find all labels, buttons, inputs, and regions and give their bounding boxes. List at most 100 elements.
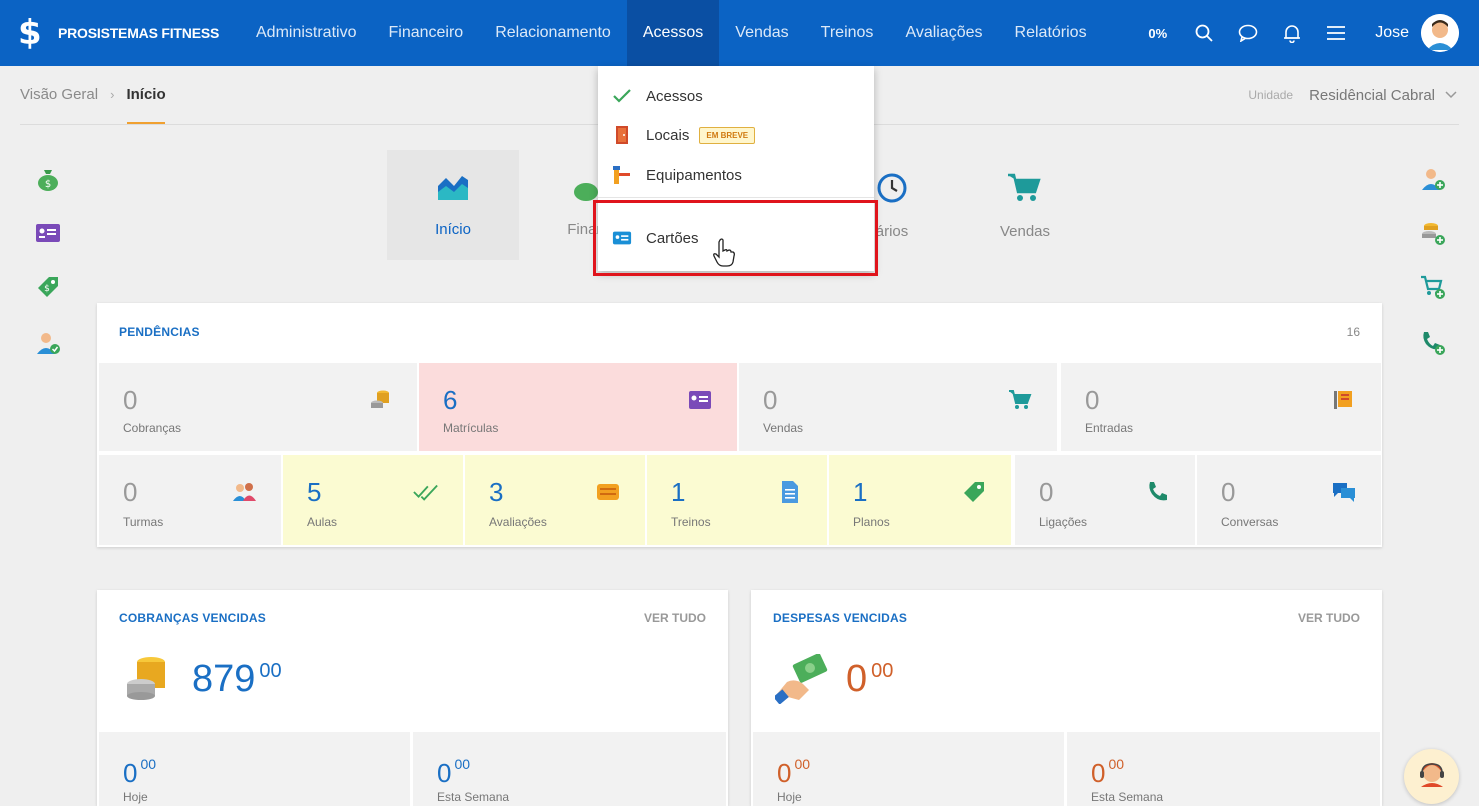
module-inicio[interactable]: Início bbox=[387, 150, 519, 260]
hand-cursor-icon bbox=[712, 238, 736, 273]
support-agent-icon bbox=[1417, 759, 1447, 794]
chart-area-icon bbox=[436, 172, 470, 207]
avatar[interactable] bbox=[1421, 14, 1459, 52]
module-vendas[interactable]: Vendas bbox=[959, 150, 1091, 260]
mini-label: Esta Semana bbox=[437, 790, 510, 804]
clock-icon bbox=[876, 172, 908, 209]
menu-item-label: Acessos bbox=[646, 87, 703, 105]
breadcrumb-parent[interactable]: Visão Geral bbox=[20, 86, 98, 103]
tile-turmas[interactable]: 0 Turmas bbox=[99, 455, 281, 545]
coins-icon bbox=[367, 387, 393, 413]
coming-soon-badge: EM BREVE bbox=[699, 126, 756, 144]
svg-text:$: $ bbox=[44, 284, 50, 294]
menu-divider bbox=[598, 197, 874, 198]
tape-measure-icon bbox=[595, 479, 621, 505]
despesas-semana[interactable]: 0 00 Esta Semana bbox=[1067, 732, 1380, 806]
double-check-icon bbox=[413, 479, 439, 505]
tile-matriculas[interactable]: 6 Matrículas bbox=[419, 363, 737, 451]
mini-value: 0 00 bbox=[437, 756, 471, 788]
tile-cobrancas[interactable]: 0 Cobranças bbox=[99, 363, 417, 451]
menu-item-label: Equipamentos bbox=[646, 166, 742, 184]
pendencias-card: PENDÊNCIAS 16 0 Cobranças 6 Matrículas 0… bbox=[97, 303, 1382, 547]
nav-administrativo[interactable]: Administrativo bbox=[240, 0, 372, 66]
cobrancas-semana[interactable]: 0 00 Esta Semana bbox=[413, 732, 726, 806]
ver-tudo-link[interactable]: VER TUDO bbox=[644, 611, 706, 625]
nav-vendas[interactable]: Vendas bbox=[719, 0, 804, 66]
price-tag-icon[interactable]: $ bbox=[33, 272, 63, 302]
menu-item-acessos[interactable]: Acessos bbox=[598, 78, 874, 114]
unit-label: Unidade bbox=[1248, 88, 1294, 102]
tile-conversas[interactable]: 0 Conversas bbox=[1197, 455, 1381, 545]
menu-icon[interactable] bbox=[1325, 22, 1347, 44]
mini-value: 0 00 bbox=[777, 756, 811, 788]
menu-item-equipamentos[interactable]: Equipamentos bbox=[598, 157, 874, 193]
svg-text:$: $ bbox=[45, 179, 51, 190]
cash-payment-icon bbox=[773, 653, 829, 709]
tile-value: 0 bbox=[123, 385, 138, 415]
mini-label: Esta Semana bbox=[1091, 790, 1164, 804]
tile-label: Ligações bbox=[1039, 515, 1088, 529]
money-bag-icon[interactable]: $ bbox=[33, 164, 63, 194]
add-call-icon[interactable] bbox=[1418, 328, 1448, 358]
cobrancas-hoje[interactable]: 0 00 Hoje bbox=[99, 732, 410, 806]
tile-label: Matrículas bbox=[443, 421, 499, 435]
bell-icon[interactable] bbox=[1281, 22, 1303, 44]
search-icon[interactable] bbox=[1193, 22, 1215, 44]
support-chat-button[interactable] bbox=[1404, 749, 1459, 804]
nav-acessos[interactable]: Acessos bbox=[626, 0, 720, 66]
nav-relacionamento[interactable]: Relacionamento bbox=[479, 0, 627, 66]
module-label: Vendas bbox=[999, 223, 1051, 240]
menu-item-locais[interactable]: Locais EM BREVE bbox=[598, 117, 874, 153]
mini-value: 0 00 bbox=[123, 756, 157, 788]
progress-indicator[interactable]: 0% bbox=[1148, 26, 1167, 41]
user-check-icon[interactable] bbox=[33, 328, 63, 358]
despesas-hoje[interactable]: 0 00 Hoje bbox=[753, 732, 1064, 806]
tile-ligacoes[interactable]: 0 Ligações bbox=[1015, 455, 1195, 545]
menu-item-label: Locais bbox=[646, 126, 690, 144]
turnstile-icon bbox=[612, 165, 632, 185]
pendencias-count: 16 bbox=[1346, 325, 1360, 339]
id-badge-icon[interactable] bbox=[33, 218, 63, 248]
unit-value[interactable]: Residêncial Cabral bbox=[1309, 87, 1435, 104]
tile-label: Treinos bbox=[671, 515, 711, 529]
add-payment-icon[interactable] bbox=[1418, 218, 1448, 248]
tile-treinos[interactable]: 1 Treinos bbox=[647, 455, 827, 545]
tile-value: 1 bbox=[853, 477, 868, 507]
tile-label: Turmas bbox=[123, 515, 164, 529]
card-title: COBRANÇAS VENCIDAS bbox=[119, 611, 266, 625]
main-nav: Administrativo Financeiro Relacionamento… bbox=[240, 0, 1103, 66]
check-icon bbox=[612, 86, 632, 106]
mini-label: Hoje bbox=[777, 790, 802, 804]
app-logo[interactable]: $ PROSISTEMAS FITNESS bbox=[18, 16, 228, 50]
tile-value: 0 bbox=[763, 385, 778, 415]
nav-avaliacoes[interactable]: Avaliações bbox=[889, 0, 998, 66]
mini-label: Hoje bbox=[123, 790, 148, 804]
chevron-down-icon bbox=[1445, 86, 1457, 104]
cart-icon bbox=[1007, 172, 1043, 209]
unit-selector[interactable]: Unidade Residêncial Cabral bbox=[1248, 86, 1457, 104]
tile-vendas[interactable]: 0 Vendas bbox=[739, 363, 1057, 451]
user-name[interactable]: Jose bbox=[1375, 24, 1409, 42]
tile-label: Conversas bbox=[1221, 515, 1279, 529]
nav-financeiro[interactable]: Financeiro bbox=[372, 0, 479, 66]
add-user-icon[interactable] bbox=[1418, 164, 1448, 194]
card-title: DESPESAS VENCIDAS bbox=[773, 611, 908, 625]
tile-value: 0 bbox=[123, 477, 138, 507]
tile-value: 5 bbox=[307, 477, 322, 507]
ver-tudo-link[interactable]: VER TUDO bbox=[1298, 611, 1360, 625]
tile-entradas[interactable]: 0 Entradas bbox=[1061, 363, 1381, 451]
top-navbar: $ PROSISTEMAS FITNESS Administrativo Fin… bbox=[0, 0, 1479, 66]
tile-planos[interactable]: 1 Planos bbox=[829, 455, 1011, 545]
add-sale-icon[interactable] bbox=[1418, 272, 1448, 302]
tile-label: Planos bbox=[853, 515, 890, 529]
module-label: ários bbox=[875, 223, 909, 240]
price-tag-icon bbox=[961, 479, 987, 505]
nav-treinos[interactable]: Treinos bbox=[805, 0, 890, 66]
chat-icon[interactable] bbox=[1237, 22, 1259, 44]
nav-relatorios[interactable]: Relatórios bbox=[999, 0, 1103, 66]
mini-value: 0 00 bbox=[1091, 756, 1125, 788]
tile-value: 1 bbox=[671, 477, 686, 507]
tile-aulas[interactable]: 5 Aulas bbox=[283, 455, 463, 545]
tile-avaliacoes[interactable]: 3 Avaliações bbox=[465, 455, 645, 545]
document-icon bbox=[777, 479, 803, 505]
